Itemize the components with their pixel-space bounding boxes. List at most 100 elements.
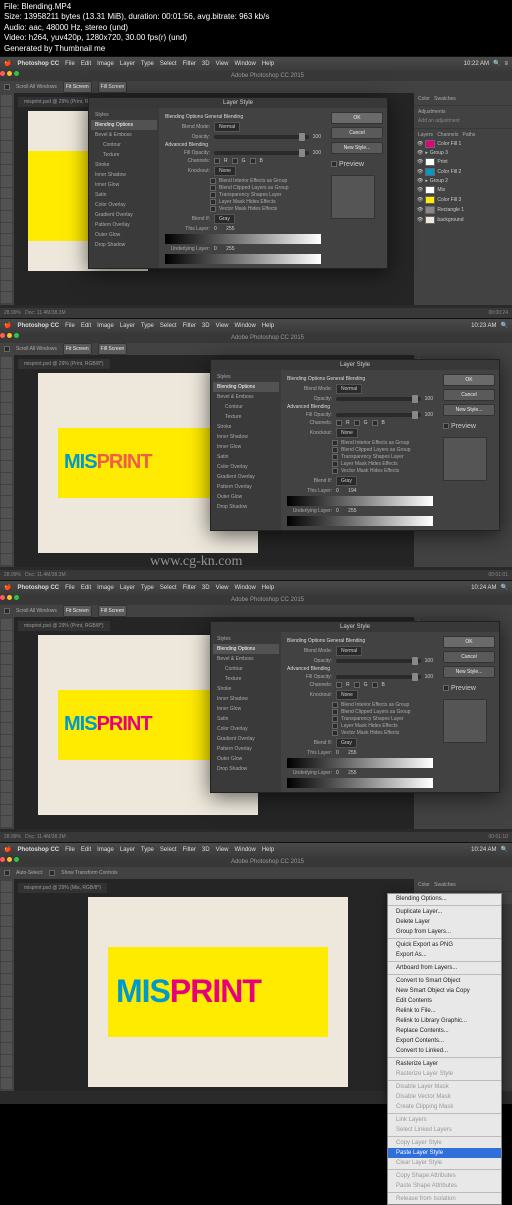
menu-image[interactable]: Image [97, 585, 114, 591]
style-stroke[interactable]: Stroke [91, 160, 157, 170]
style-dropshadow[interactable]: Drop Shadow [213, 502, 279, 512]
cancel-button[interactable]: Cancel [443, 389, 495, 401]
newstyle-button[interactable]: New Style... [443, 666, 495, 678]
tool[interactable] [1, 461, 12, 472]
move-tool[interactable] [1, 95, 12, 106]
marquee-tool[interactable] [1, 107, 12, 118]
menu-select[interactable]: Select [160, 585, 177, 591]
eyedropper-tool[interactable] [1, 153, 12, 164]
tool[interactable] [1, 735, 12, 746]
autoselect-checkbox[interactable] [4, 870, 10, 876]
close-icon[interactable] [0, 333, 5, 338]
color-tab[interactable]: Color [418, 96, 430, 102]
ch-r[interactable] [214, 158, 220, 164]
menu-layer[interactable]: Layer [120, 585, 135, 591]
preview-checkbox[interactable] [443, 423, 449, 429]
blendmode-select[interactable]: Normal [336, 646, 362, 656]
style-texture[interactable]: Texture [213, 674, 279, 684]
tool[interactable] [1, 904, 12, 915]
chk[interactable] [332, 709, 338, 715]
menu-image[interactable]: Image [97, 61, 114, 67]
zoom-icon[interactable] [14, 333, 19, 338]
chk[interactable] [332, 468, 338, 474]
layer-row[interactable]: 👁Mis [416, 185, 510, 195]
layer-row[interactable]: 👁Color Fill 1 [416, 139, 510, 149]
tool[interactable] [1, 1067, 12, 1078]
preview-checkbox[interactable] [331, 161, 337, 167]
menu-view[interactable]: View [216, 323, 229, 329]
style-bevel[interactable]: Bevel & Emboss [213, 654, 279, 664]
app-name[interactable]: Photoshop CC [17, 585, 59, 591]
style-contour[interactable]: Contour [91, 140, 157, 150]
menu-help[interactable]: Help [262, 585, 274, 591]
fill-button[interactable]: Fill Screen [98, 605, 128, 617]
style-satin[interactable]: Satin [91, 190, 157, 200]
close-icon[interactable] [0, 71, 5, 76]
apple-icon[interactable]: 🍎 [4, 60, 11, 67]
tool[interactable] [1, 654, 12, 665]
menu-edit[interactable]: Edit [81, 323, 91, 329]
tool[interactable] [1, 805, 12, 816]
search-icon[interactable]: 🔍 [501, 322, 508, 329]
close-icon[interactable] [0, 857, 5, 862]
menu-view[interactable]: View [216, 61, 229, 67]
menu-edit[interactable]: Edit [81, 585, 91, 591]
style-coloroverlay[interactable]: Color Overlay [91, 200, 157, 210]
tool[interactable] [1, 508, 12, 519]
tool[interactable] [1, 793, 12, 804]
menu-filter[interactable]: Filter [183, 847, 196, 853]
ctx-blending[interactable]: Blending Options... [388, 894, 501, 904]
style-gradientoverlay[interactable]: Gradient Overlay [213, 734, 279, 744]
layers-tab[interactable]: Layers [418, 132, 433, 138]
heal-tool[interactable] [1, 165, 12, 176]
ok-button[interactable]: OK [443, 374, 495, 386]
tool[interactable] [1, 543, 12, 554]
menu-help[interactable]: Help [262, 323, 274, 329]
app-name[interactable]: Photoshop CC [17, 323, 59, 329]
chk-clipped[interactable] [210, 185, 216, 191]
knockout-select[interactable]: None [336, 428, 358, 438]
style-blending[interactable]: Blending Options [91, 120, 157, 130]
layer-row[interactable]: 👁Color Fill 3 [416, 195, 510, 205]
style-coloroverlay[interactable]: Color Overlay [213, 724, 279, 734]
menu-window[interactable]: Window [235, 323, 256, 329]
menu-type[interactable]: Type [141, 323, 154, 329]
tool[interactable] [1, 380, 12, 391]
ctx-rasterize[interactable]: Rasterize Layer [388, 1059, 501, 1069]
chk[interactable] [332, 730, 338, 736]
swatches-tab[interactable]: Swatches [434, 96, 456, 102]
menu-select[interactable]: Select [160, 61, 177, 67]
menu-type[interactable]: Type [141, 847, 154, 853]
fit-button[interactable]: Fit Screen [63, 605, 92, 617]
layer-row[interactable]: 👁Rectangle 1 [416, 205, 510, 215]
chk-interior[interactable] [210, 178, 216, 184]
layer-row[interactable]: 👁Color Fill 2 [416, 167, 510, 177]
style-texture[interactable]: Texture [213, 412, 279, 422]
stamp-tool[interactable] [1, 188, 12, 199]
minimize-icon[interactable] [7, 595, 12, 600]
tool[interactable] [1, 369, 12, 380]
gradient-tool[interactable] [1, 223, 12, 234]
tool[interactable] [1, 939, 12, 950]
style-gradientoverlay[interactable]: Gradient Overlay [91, 210, 157, 220]
ctx-editcontents[interactable]: Edit Contents [388, 996, 501, 1006]
app-name[interactable]: Photoshop CC [17, 61, 59, 67]
style-stroke[interactable]: Stroke [213, 422, 279, 432]
chk-transparency[interactable] [210, 192, 216, 198]
layer-row[interactable]: 👁▸Group 2 [416, 177, 510, 185]
apple-icon[interactable]: 🍎 [4, 584, 11, 591]
minimize-icon[interactable] [7, 333, 12, 338]
menu-image[interactable]: Image [97, 847, 114, 853]
scroll-checkbox[interactable] [4, 84, 10, 90]
menu-layer[interactable]: Layer [120, 61, 135, 67]
dodge-tool[interactable] [1, 246, 12, 257]
fill-button[interactable]: Fill Screen [98, 81, 128, 93]
blendif-select[interactable]: Gray [214, 214, 235, 224]
tool[interactable] [1, 781, 12, 792]
apple-icon[interactable]: 🍎 [4, 322, 11, 329]
minimize-icon[interactable] [7, 71, 12, 76]
menu-3d[interactable]: 3D [202, 585, 210, 591]
minimize-icon[interactable] [7, 857, 12, 862]
ch-r[interactable] [336, 420, 342, 426]
tool[interactable] [1, 747, 12, 758]
